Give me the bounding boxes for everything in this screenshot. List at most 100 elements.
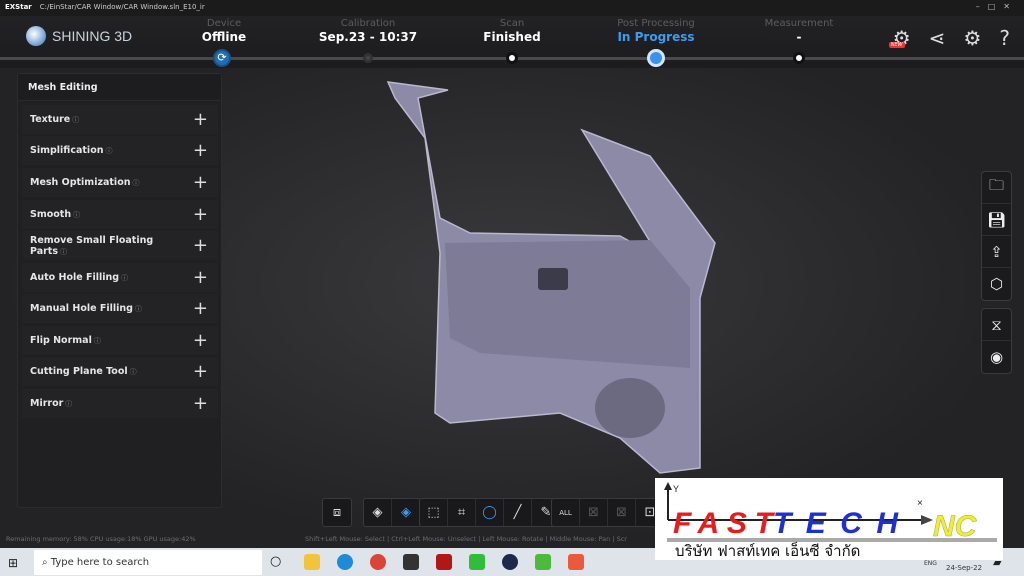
fit-toolbar: ⧈ (322, 498, 352, 527)
store-icon[interactable] (403, 554, 419, 570)
cortana-icon[interactable]: ○ (270, 554, 286, 570)
export-icon[interactable]: ⇪ (982, 236, 1011, 268)
tool-simplification[interactable]: Simplification ⓘ + (22, 136, 218, 165)
mesh-editing-panel: Mesh Editing Texture ⓘ + Simplification ⓘ + … (17, 73, 222, 508)
line-icon[interactable] (469, 554, 485, 570)
device-new-icon[interactable]: ⚙ NEW (888, 26, 911, 50)
info-icon[interactable]: ⓘ (105, 147, 112, 155)
item-label: Manual Hole Filling (30, 303, 133, 314)
plus-icon[interactable]: + (193, 172, 208, 193)
rect-select-icon[interactable]: ⬚ (420, 499, 448, 526)
item-label: Texture (30, 114, 71, 125)
info-icon[interactable]: ⓘ (121, 274, 128, 282)
panel-title: Mesh Editing (18, 74, 221, 101)
item-label: Auto Hole Filling (30, 272, 120, 283)
edit-toolbar: ALL ⊠ ⊠ ⊡ (551, 498, 665, 527)
info-icon[interactable]: ⓘ (65, 400, 72, 408)
tool-smooth[interactable]: Smooth ⓘ + (22, 200, 218, 229)
lasso-icon[interactable]: ◯ (476, 499, 504, 526)
plus-icon[interactable]: + (193, 109, 208, 130)
step-measurement[interactable]: Measurement - (729, 18, 869, 44)
eye-icon[interactable]: ◉ (982, 341, 1011, 373)
tool-mesh-optimization[interactable]: Mesh Optimization ⓘ + (22, 168, 218, 197)
exstar-icon[interactable] (502, 554, 518, 570)
info-icon[interactable]: ⓘ (130, 368, 137, 376)
tool-mirror[interactable]: Mirror ⓘ + (22, 389, 218, 418)
svg-text:×: × (917, 498, 923, 509)
language-indicator[interactable]: ENG (924, 560, 937, 567)
tool-cutting-plane[interactable]: Cutting Plane Tool ⓘ + (22, 357, 218, 386)
title-bar: EXStar C:/EinStar/CAR Window/CAR Window.s… (0, 0, 1024, 16)
info-icon[interactable]: ⓘ (135, 305, 142, 313)
sync-icon[interactable]: ⟳ (213, 49, 231, 67)
taskbar-date[interactable]: 24-Sep-22 (946, 564, 982, 572)
view-cube-icon[interactable]: ⬡ (982, 268, 1011, 300)
invert-icon[interactable]: ⊠ (580, 499, 608, 526)
mesh-icon[interactable]: ⧖ (982, 309, 1011, 341)
info-icon[interactable]: ⓘ (94, 337, 101, 345)
line-select-icon[interactable]: ╱ (504, 499, 532, 526)
window-controls[interactable]: –□✕ (976, 0, 1018, 14)
app2-icon[interactable] (568, 554, 584, 570)
step-device[interactable]: Device Offline (154, 18, 294, 44)
step-scan[interactable]: Scan Finished (442, 18, 582, 44)
step-post-processing[interactable]: Post Processing In Progress (586, 18, 726, 44)
plus-icon[interactable]: + (193, 298, 208, 319)
selection-toolbar: ⬚ ⌗ ◯ ╱ ✎ (419, 498, 561, 527)
save-icon[interactable]: 💾︎ (982, 204, 1011, 236)
share-icon[interactable]: ⋖ (929, 26, 946, 50)
plus-icon[interactable]: + (193, 267, 208, 288)
info-icon[interactable]: ⓘ (60, 248, 67, 256)
tool-auto-hole-filling[interactable]: Auto Hole Filling ⓘ + (22, 263, 218, 292)
watermark-thai-text: บริษัท ฟาสท์เทค เอ็นซี จำกัด (675, 541, 860, 560)
plus-icon[interactable]: + (193, 235, 208, 256)
fit-view-icon[interactable]: ⧈ (323, 499, 351, 526)
item-label: Simplification (30, 145, 104, 156)
select-all-icon[interactable]: ALL (552, 499, 580, 526)
poly-select-icon[interactable]: ⌗ (448, 499, 476, 526)
deselect-icon[interactable]: ⊠ (608, 499, 636, 526)
tool-manual-hole-filling[interactable]: Manual Hole Filling ⓘ + (22, 294, 218, 323)
folder-icon[interactable]: 🗀 (982, 172, 1011, 204)
step-dot-measurement[interactable] (793, 52, 805, 64)
edge-icon[interactable] (337, 554, 353, 570)
plus-icon[interactable]: + (193, 330, 208, 351)
plus-icon[interactable]: + (193, 361, 208, 382)
svg-text:TECH: TECH (773, 507, 899, 540)
layer-toolbar: ◈ ◈ (363, 498, 421, 527)
camtasia-icon[interactable] (535, 554, 551, 570)
tool-texture[interactable]: Texture ⓘ + (22, 105, 218, 134)
info-icon[interactable]: ⓘ (73, 211, 80, 219)
plus-icon[interactable]: + (193, 393, 208, 414)
chrome-icon[interactable] (370, 554, 386, 570)
item-label: Flip Normal (30, 335, 92, 346)
new-badge: NEW (888, 42, 905, 48)
step-label: Device (206, 18, 242, 29)
taskbar-search[interactable]: ⌕ Type here to search (34, 550, 262, 575)
svg-text:FAST: FAST (673, 507, 776, 540)
settings-icon[interactable]: ⚙ (963, 26, 981, 50)
plus-icon[interactable]: + (193, 140, 208, 161)
step-dot-post-processing[interactable] (647, 49, 665, 67)
layers-icon[interactable]: ◈ (364, 499, 392, 526)
file-toolbar: 🗀 💾︎ ⇪ ⬡ (981, 171, 1012, 301)
plus-icon[interactable]: + (193, 204, 208, 225)
step-dot-scan[interactable] (506, 52, 518, 64)
file-explorer-icon[interactable] (304, 554, 320, 570)
step-label: Post Processing (617, 18, 695, 29)
step-label: Scan (499, 18, 525, 29)
info-icon[interactable]: ⓘ (72, 116, 79, 124)
step-value: Offline (201, 30, 247, 44)
step-value: Sep.23 - 10:37 (318, 30, 418, 44)
tool-remove-floating-parts[interactable]: Remove Small Floating Parts ⓘ + (22, 231, 218, 260)
step-calibration[interactable]: Calibration Sep.23 - 10:37 (298, 18, 438, 44)
layers-select-icon[interactable]: ◈ (392, 499, 420, 526)
help-icon[interactable]: ? (999, 26, 1010, 50)
brand-name: SHINING 3D (52, 28, 133, 44)
info-icon[interactable]: ⓘ (132, 179, 139, 187)
globe-icon (26, 26, 46, 46)
tool-flip-normal[interactable]: Flip Normal ⓘ + (22, 326, 218, 355)
windows-start-icon[interactable]: ⊞ (8, 556, 18, 570)
step-dot-calibration[interactable] (363, 53, 373, 63)
app-icon[interactable] (436, 554, 452, 570)
